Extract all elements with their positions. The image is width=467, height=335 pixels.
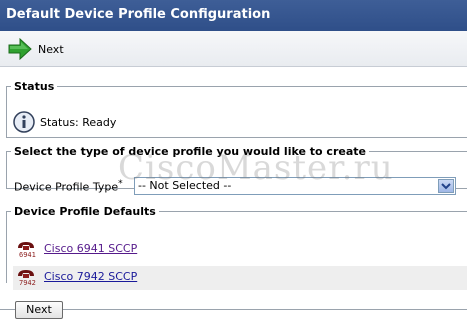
required-mark: * (118, 179, 123, 189)
next-button[interactable]: Next (15, 301, 63, 319)
info-icon (13, 111, 35, 133)
phone-model-label: 6941 (19, 251, 36, 259)
status-row: Status: Ready (13, 111, 116, 133)
toolbar: Next (0, 31, 467, 67)
toolbar-next-button[interactable]: Next (8, 38, 64, 60)
profile-defaults-section: Device Profile Defaults 6941 Cisco 6941 … (6, 205, 467, 290)
phone-icon: 6941 (15, 239, 39, 261)
profile-type-label-text: Device Profile Type (14, 180, 119, 194)
profile-type-select[interactable]: -- Not Selected -- (134, 177, 456, 195)
profile-type-label: Device Profile Type* (14, 179, 123, 194)
status-section: Status Status: Ready (6, 80, 467, 138)
profile-type-legend: Select the type of device profile you wo… (14, 145, 366, 158)
profile-type-section: Select the type of device profile you wo… (6, 145, 467, 195)
list-item: 6941 Cisco 6941 SCCP (13, 238, 467, 262)
divider (0, 309, 467, 310)
profile-defaults-legend: Device Profile Defaults (14, 205, 156, 218)
chevron-down-icon[interactable] (438, 179, 454, 193)
profile-type-selected: -- Not Selected -- (138, 179, 232, 192)
arrow-right-icon (8, 38, 32, 60)
status-text: Status: Ready (40, 115, 117, 129)
phone-model-label: 7942 (19, 279, 36, 287)
list-item: 7942 Cisco 7942 SCCP (13, 266, 467, 290)
page-title: Default Device Profile Configuration (0, 0, 467, 31)
toolbar-next-label: Next (38, 42, 64, 56)
device-link-7942[interactable]: Cisco 7942 SCCP (44, 270, 137, 283)
phone-icon: 7942 (15, 267, 39, 289)
device-link-6941[interactable]: Cisco 6941 SCCP (44, 242, 137, 255)
status-legend: Status (14, 80, 55, 93)
